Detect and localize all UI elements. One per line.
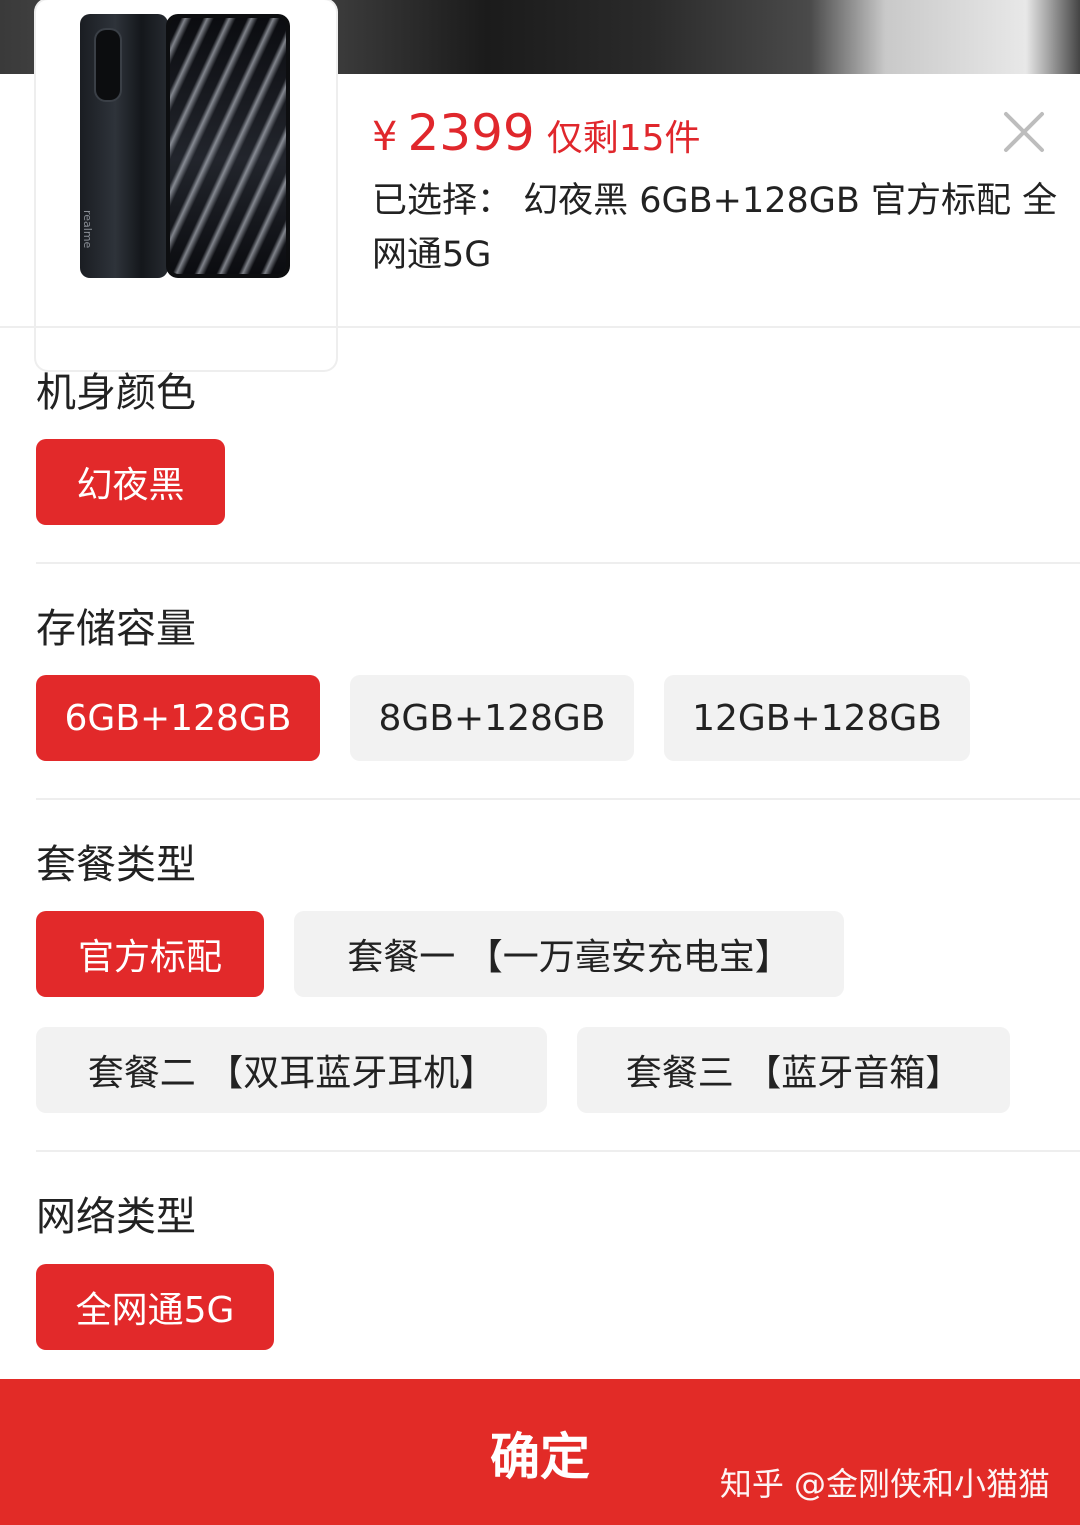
selected-summary: 已选择： 幻夜黑 6GB+128GB 官方标配 全网通5G <box>372 181 1058 275</box>
sku-selector-page: realme ¥2399 仅剩15件 已选择： 幻夜黑 6GB+128GB 官方标… <box>0 0 1080 1525</box>
section-title-network: 网络类型 <box>36 1194 196 1240</box>
phone-screen <box>170 18 286 274</box>
divider <box>36 562 1080 564</box>
sku-bottom-sheet: realme ¥2399 仅剩15件 已选择： 幻夜黑 6GB+128GB 官方标… <box>0 0 1080 1525</box>
divider <box>36 798 1080 800</box>
option-storage-1[interactable]: 8GB+128GB <box>350 675 634 761</box>
price-value: 2399 <box>407 104 535 162</box>
option-package-2[interactable]: 套餐二 【双耳蓝牙耳机】 <box>36 1027 547 1113</box>
option-package-1[interactable]: 套餐一 【一万毫安充电宝】 <box>294 911 844 997</box>
currency-symbol: ¥ <box>372 114 398 160</box>
option-package-3[interactable]: 套餐三 【蓝牙音箱】 <box>577 1027 1010 1113</box>
phone-image: realme <box>80 14 290 278</box>
option-package-0[interactable]: 官方标配 <box>36 911 264 997</box>
confirm-button[interactable]: 确定 知乎 @金刚侠和小猫猫 <box>0 1379 1080 1525</box>
section-title-color: 机身颜色 <box>36 370 196 416</box>
section-title-storage: 存储容量 <box>36 606 196 652</box>
close-button[interactable] <box>1000 108 1048 156</box>
divider <box>36 1150 1080 1152</box>
option-storage-2[interactable]: 12GB+128GB <box>664 675 970 761</box>
price: ¥2399 <box>372 104 535 162</box>
watermark-text: 知乎 @金刚侠和小猫猫 <box>719 1465 1050 1503</box>
option-color-0[interactable]: 幻夜黑 <box>36 439 225 525</box>
camera-module <box>96 30 120 100</box>
option-network-0[interactable]: 全网通5G <box>36 1264 274 1350</box>
price-row: ¥2399 仅剩15件 <box>372 104 701 162</box>
product-thumbnail: realme <box>36 0 336 370</box>
divider <box>0 326 1080 328</box>
phone-brand-text: realme <box>81 210 94 249</box>
stock-text: 仅剩15件 <box>546 118 701 159</box>
close-icon <box>1004 112 1044 152</box>
option-storage-0[interactable]: 6GB+128GB <box>36 675 320 761</box>
section-title-package: 套餐类型 <box>36 842 196 888</box>
